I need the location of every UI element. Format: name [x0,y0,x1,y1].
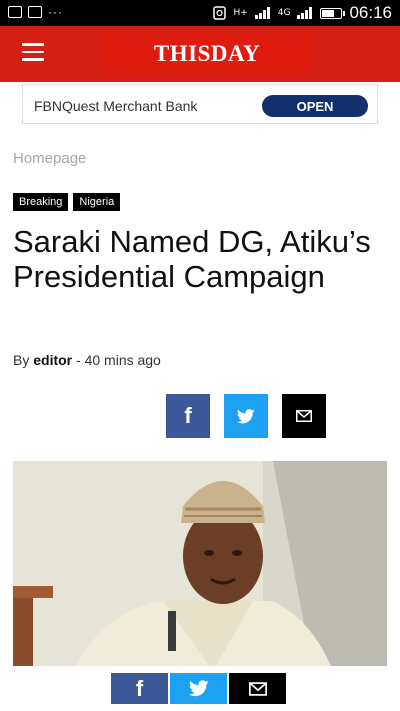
by-label: By [13,352,30,368]
ad-banner[interactable]: FBNQuest Merchant Bank OPEN [22,84,378,124]
facebook-icon: f [184,403,192,428]
logo-text: THISDAY [153,41,261,66]
footer-email-share-button[interactable] [229,673,286,704]
twitter-icon [188,680,209,697]
meta-separator: - [72,352,85,368]
footer-twitter-share-button[interactable] [170,673,227,704]
author-link[interactable]: editor [33,352,72,368]
email-share-button[interactable] [282,394,326,438]
network-type-label: H+ [233,8,248,18]
image-icon [28,6,42,18]
tag-nigeria[interactable]: Nigeria [73,193,121,211]
hamburger-menu-icon[interactable] [22,43,44,63]
twitter-icon [237,408,255,423]
sticky-share-bar: f [0,666,400,711]
mail-icon [8,6,22,18]
photo-illustration [13,461,387,671]
logo[interactable]: THISDAY [102,34,312,74]
facebook-share-button[interactable]: f [166,394,210,438]
battery-icon [320,7,346,19]
envelope-icon [296,410,312,422]
signal-strength-icon [254,7,270,19]
category-tags: Breaking Nigeria [13,193,121,211]
breadcrumb[interactable]: Homepage [13,150,86,167]
network-type-label-2: 4G [277,8,291,18]
alarm-icon [213,6,227,20]
ad-text: FBNQuest Merchant Bank [34,98,198,114]
envelope-icon [248,681,267,696]
more-notifications-icon: ··· [48,5,63,19]
article-photo [13,461,387,671]
article-meta: By editor - 40 mins ago [13,352,161,368]
twitter-share-button[interactable] [224,394,268,438]
footer-facebook-share-button[interactable]: f [111,673,168,704]
signal-strength-icon-2 [297,7,313,19]
tag-breaking[interactable]: Breaking [13,193,69,211]
site-header: THISDAY [0,26,400,82]
notification-icons: ··· [8,5,63,19]
ad-open-button[interactable]: OPEN [262,95,368,117]
publish-time: 40 mins ago [84,352,161,368]
share-buttons: f [166,394,326,438]
article-title: Saraki Named DG, Atiku’s Presidential Ca… [13,224,371,294]
status-bar: ··· H+ 4G 06:16 [0,0,400,26]
facebook-icon: f [135,675,144,701]
system-icons: H+ 4G 06:16 [213,3,392,23]
clock: 06:16 [349,3,392,22]
